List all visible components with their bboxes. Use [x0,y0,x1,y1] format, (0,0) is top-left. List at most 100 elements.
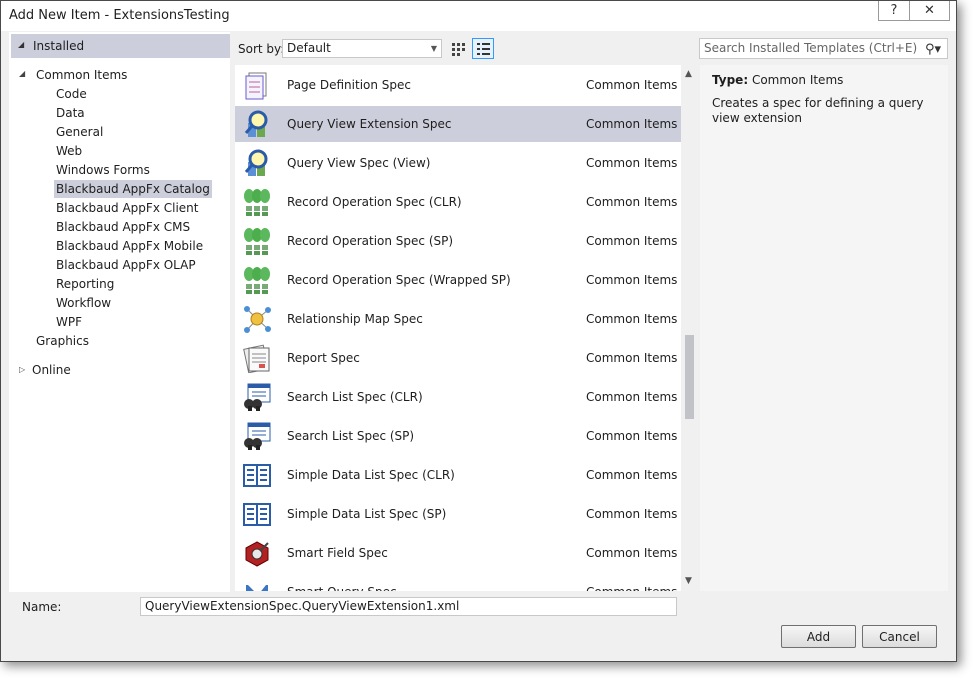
template-list-scrollbar[interactable]: ▲ ▼ [681,65,699,591]
tree-node-wpf[interactable]: WPF [54,313,84,331]
scroll-up-arrow-icon[interactable]: ▲ [685,69,692,79]
tree-node-data[interactable]: Data [54,104,87,122]
template-category: Common Items [586,78,678,92]
template-list-item[interactable]: Record Operation Spec (Wrapped SP) Common… [235,262,681,298]
small-icons-view-button[interactable] [447,38,469,59]
title-bar-buttons: ? ✕ [878,1,950,21]
search-templates-input[interactable]: Search Installed Templates (Ctrl+E) ⚲▾ [699,38,948,59]
dialog-title: Add New Item - ExtensionsTesting [9,8,230,23]
details-view-button[interactable] [472,38,494,59]
tree-node-installed-label: Installed [33,39,85,53]
search-list-icon-graphic [244,383,271,411]
template-list-item[interactable]: Query View Spec (View) Common Items [235,145,681,181]
smart-field-icon-graphic [245,541,269,567]
tree-node-graphics[interactable]: Graphics [34,332,91,350]
help-button[interactable]: ? [878,1,910,21]
record-operation-icon-graphic [244,267,270,294]
template-category: Common Items [586,585,677,591]
template-list-item[interactable]: Query View Extension Spec Common Items [235,106,681,142]
template-list-item[interactable]: Search List Spec (SP) Common Items [235,418,681,454]
cancel-button[interactable]: Cancel [862,625,937,648]
add-button[interactable]: Add [781,625,856,648]
query-magnifier-icon [242,148,272,178]
template-name: Page Definition Spec [287,78,412,92]
template-name: Smart Field Spec [287,546,388,560]
close-button[interactable]: ✕ [910,1,950,21]
expanded-arrow-icon[interactable]: ◢ [19,69,25,78]
tree-node-blackbaud-appfx-client[interactable]: Blackbaud AppFx Client [54,199,200,217]
smart-query-icon-graphic [246,585,268,591]
template-list-item[interactable]: Smart Field Spec Common Items [235,535,681,571]
template-category: Common Items [586,195,678,209]
template-list-item[interactable]: Page Definition Spec Common Items [235,67,681,103]
tree-node-web[interactable]: Web [54,142,84,160]
relationship-map-icon [242,304,272,334]
query-magnifier-icon-graphic [244,149,268,176]
type-label: Type: [712,73,749,87]
template-name: Query View Spec (View) [287,156,431,170]
template-list-item[interactable]: Simple Data List Spec (CLR) Common Items [235,457,681,493]
report-icon-graphic [243,344,270,374]
sort-by-dropdown[interactable]: Default ▼ [282,39,442,58]
template-name: Search List Spec (CLR) [287,390,423,404]
tree-node-common-items[interactable]: Common Items [34,66,129,84]
template-list-item[interactable]: Report Spec Common Items [235,340,681,376]
tree-node-general[interactable]: General [54,123,105,141]
template-name: Record Operation Spec (Wrapped SP) [287,273,511,287]
name-label: Name: [22,600,62,614]
name-input[interactable]: QueryViewExtensionSpec.QueryViewExtensio… [140,597,677,616]
template-name: Record Operation Spec (CLR) [287,195,462,209]
tree-node-installed[interactable]: ◢ Installed [11,34,230,58]
search-list-icon [242,421,272,451]
template-list-item[interactable]: Smart Query Spec Common Items [235,574,681,591]
tree-node-code[interactable]: Code [54,85,89,103]
template-category: Common Items [586,351,678,365]
template-list-item[interactable]: Relationship Map Spec Common Items [235,301,681,337]
list-view-icon [477,42,490,55]
tree-node-online[interactable]: Online [30,361,73,379]
template-list-item[interactable]: Search List Spec (CLR) Common Items [235,379,681,415]
tree-node-blackbaud-appfx-mobile[interactable]: Blackbaud AppFx Mobile [54,237,205,255]
template-category: Common Items [586,390,678,404]
smart-query-icon [242,577,272,591]
relationship-map-icon-graphic [244,306,271,333]
simple-data-list-icon-graphic [243,503,271,526]
template-name: Report Spec [287,351,360,365]
record-operation-icon-graphic [244,189,270,216]
grid-view-icon [452,42,465,56]
smart-field-icon [242,538,272,568]
record-operation-icon [242,265,272,295]
search-placeholder: Search Installed Templates (Ctrl+E) [704,41,918,55]
tree-node-workflow[interactable]: Workflow [54,294,113,312]
tree-node-reporting[interactable]: Reporting [54,275,116,293]
template-category: Common Items [586,429,678,443]
template-category: Common Items [586,312,678,326]
template-name: Simple Data List Spec (CLR) [287,468,455,482]
tree-node-blackbaud-appfx-olap[interactable]: Blackbaud AppFx OLAP [54,256,198,274]
expanded-arrow-icon[interactable]: ◢ [18,40,24,49]
template-name: Relationship Map Spec [287,312,423,326]
simple-data-list-icon-graphic [243,464,271,487]
template-category: Common Items [586,546,678,560]
template-category: Common Items [586,507,678,521]
simple-data-list-icon [242,460,272,490]
template-list: Page Definition Spec Common Items Query Vi… [235,65,681,591]
template-list-item[interactable]: Record Operation Spec (CLR) Common Items [235,184,681,220]
scroll-down-arrow-icon[interactable]: ▼ [685,576,692,586]
template-list-item[interactable]: Record Operation Spec (SP) Common Items [235,223,681,259]
template-details-pane: Type: Common Items Creates a spec for de… [700,65,948,591]
type-value: Common Items [751,73,844,87]
record-operation-icon [242,226,272,256]
add-new-item-dialog: Add New Item - ExtensionsTesting ? ✕ ◢ I… [0,0,957,662]
tree-node-blackbaud-appfx-catalog[interactable]: Blackbaud AppFx Catalog [54,180,212,198]
tree-node-blackbaud-appfx-cms[interactable]: Blackbaud AppFx CMS [54,218,192,236]
tree-node-windows-forms[interactable]: Windows Forms [54,161,152,179]
template-name: Record Operation Spec (SP) [287,234,454,248]
scrollbar-thumb[interactable] [685,335,694,419]
collapsed-arrow-icon[interactable]: ▷ [19,365,25,374]
template-name: Simple Data List Spec (SP) [287,507,447,521]
template-list-item[interactable]: Simple Data List Spec (SP) Common Items [235,496,681,532]
search-icon[interactable]: ⚲▾ [925,40,941,59]
template-category-tree: ◢ Installed ◢ Common Items Graphics ▷ On… [9,32,230,592]
template-category: Common Items [586,156,678,170]
